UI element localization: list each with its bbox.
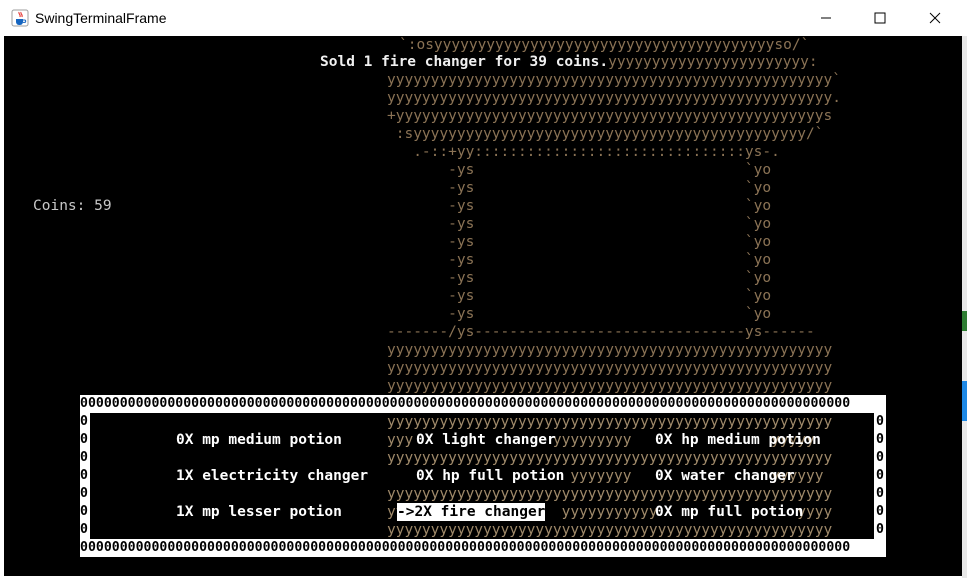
art-line: -ys `yo — [387, 306, 772, 322]
inventory-item-selected[interactable]: ->2X fire changer — [397, 503, 546, 521]
background-window-edge — [962, 36, 967, 578]
art-line: -ys `yo — [387, 270, 772, 286]
art-line: yyyyyyyyyyyyyyyyyyyyyyyyyyyyyyyyyyyyyyyy… — [387, 342, 833, 358]
art-line: -ys `yo — [387, 252, 772, 268]
panel-border-bottom: 0000000000000000000000000000000000000000… — [80, 540, 851, 555]
inventory-item[interactable]: 0X water changer — [655, 467, 795, 485]
status-message-row: Sold 1 fire changer for 39 coins.yyyyyyy… — [320, 54, 818, 70]
java-cup-icon — [11, 9, 29, 27]
art-line: -ys `yo — [387, 162, 772, 178]
art-line: .-::+yy:::::::::::::::::::::::::::::::ys… — [387, 144, 780, 160]
art-line: -ys `yo — [387, 216, 772, 232]
inventory-item[interactable]: 0X hp full potion — [416, 467, 564, 485]
panel-border-right: 0 0 0 0 0 0 0 — [876, 413, 886, 539]
art-line: yyyyyyyyyyyyyyyyyyyyyyyyyyyyyyyyyyyyyyyy… — [387, 378, 833, 394]
inventory-item[interactable]: 0X hp medium potion — [655, 431, 821, 449]
art-line: yyyyyyyyyyyyyyyyyyyyyyyyyyyyyyyyyyyyyyyy… — [387, 486, 833, 502]
art-line: -ys `yo — [387, 198, 772, 214]
art-line: -------/ys------------------------------… — [387, 324, 815, 340]
window-title: SwingTerminalFrame — [35, 10, 167, 26]
inventory-item[interactable]: 0X mp medium potion — [176, 431, 342, 449]
art-line: yyyyyyyyyyyyyyyyyyyyyyyyyyyyyyyyyyyyyyyy… — [387, 450, 833, 466]
minimize-icon — [821, 17, 831, 19]
art-line: :syyyyyyyyyyyyyyyyyyyyyyyyyyyyyyyyyyyyyy… — [387, 126, 824, 142]
terminal-screen[interactable]: `:osyyyyyyyyyyyyyyyyyyyyyyyyyyyyyyyyyyyy… — [4, 36, 962, 576]
art-line: yyyyyyyyyyyyyyyyyyyyyyyyyyyyyyyyyyyyyyyy… — [387, 522, 833, 538]
art-line: yyyyyyyyyyyyyyyyyyyyyyyyyyyyyyyyyyyyyyyy… — [387, 360, 833, 376]
art-line: `:osyyyyyyyyyyyyyyyyyyyyyyyyyyyyyyyyyyyy… — [399, 37, 810, 53]
panel-border-left: 0 0 0 0 0 0 0 — [80, 413, 90, 539]
title-bar: SwingTerminalFrame — [0, 0, 967, 36]
art-line: yyyyyyyyyyyyyyyyyyyyyyyyyyyyyyyyyyyyyyyy… — [387, 90, 841, 106]
maximize-button[interactable] — [857, 0, 903, 36]
inventory-item[interactable]: 1X electricity changer — [176, 467, 368, 485]
inventory-item[interactable]: 0X mp full potion — [655, 503, 803, 521]
status-message: Sold 1 fire changer for 39 coins. — [320, 54, 609, 70]
art-line: yyyyyyyyyyyyyyyyyyyyyyyyyyyyyyyyyyyyyyyy… — [387, 72, 841, 88]
maximize-icon — [874, 12, 886, 24]
close-icon — [929, 12, 941, 24]
minimize-button[interactable] — [803, 0, 849, 36]
coins-label: Coins: 59 — [33, 198, 112, 214]
panel-border-top: 0000000000000000000000000000000000000000… — [80, 396, 851, 411]
close-button[interactable] — [912, 0, 958, 36]
art-line: -ys `yo — [387, 234, 772, 250]
art-line: -ys `yo — [387, 180, 772, 196]
art-line: -ys `yo — [387, 288, 772, 304]
inventory-item[interactable]: 1X mp lesser potion — [176, 503, 342, 521]
art-line: +yyyyyyyyyyyyyyyyyyyyyyyyyyyyyyyyyyyyyyy… — [387, 108, 833, 124]
inventory-item[interactable]: 0X light changer — [416, 431, 556, 449]
art-line: yyyyyyyyyyyyyyyyyyyyyyyyyyyyyyyyyyyyyyyy… — [387, 414, 833, 430]
